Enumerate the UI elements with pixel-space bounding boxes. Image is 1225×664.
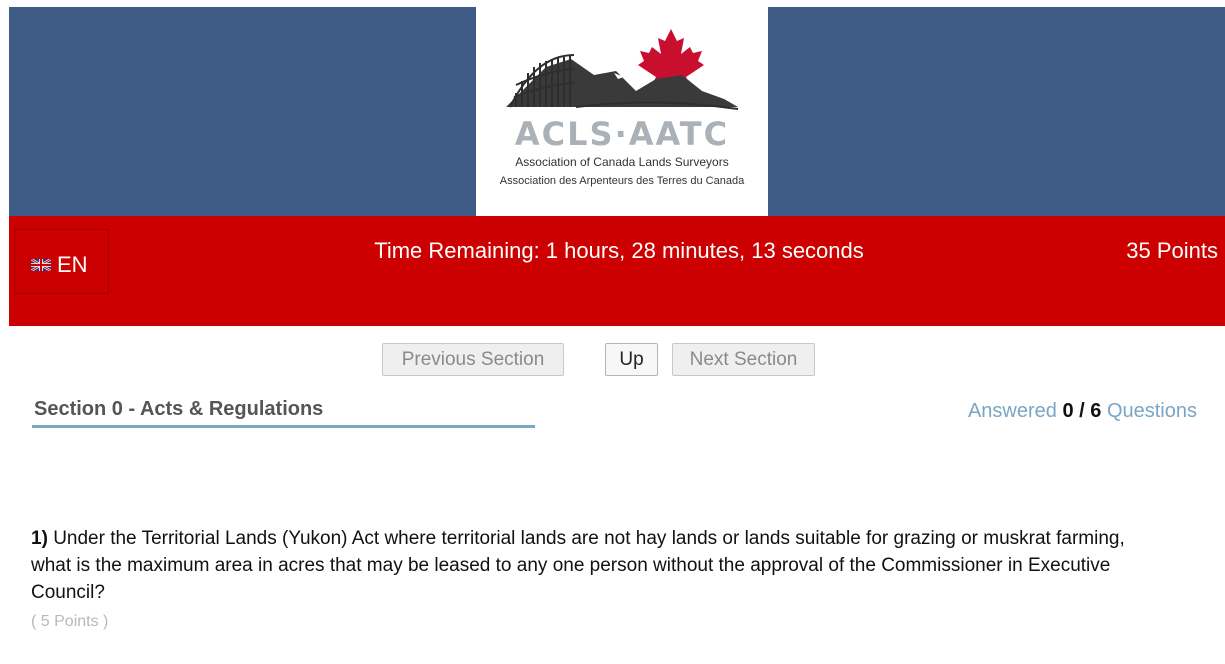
status-bar: EN Time Remaining: 1 hours, 28 minutes, … xyxy=(9,216,1225,326)
answered-suffix: Questions xyxy=(1106,400,1197,422)
language-switcher[interactable]: EN xyxy=(14,229,109,294)
question-points: ( 5 Points ) xyxy=(31,613,109,630)
section-underline xyxy=(32,425,535,428)
logo-acronym: ACLS·AATC xyxy=(514,115,730,153)
logo-name-en: Association of Canada Lands Surveyors xyxy=(515,155,729,169)
next-section-button[interactable]: Next Section xyxy=(672,343,815,376)
logo-name-fr: Association des Arpenteurs des Terres du… xyxy=(499,175,745,187)
question-body: Under the Territorial Lands (Yukon) Act … xyxy=(31,528,1125,603)
language-code: EN xyxy=(57,252,88,277)
acls-logo: ACLS·AATC Association of Canada Lands Su… xyxy=(476,7,768,216)
answered-count: 0 / 6 xyxy=(1062,400,1102,422)
question-text: 1) Under the Territorial Lands (Yukon) A… xyxy=(31,525,1151,606)
time-remaining: Time Remaining: 1 hours, 28 minutes, 13 … xyxy=(374,238,864,263)
logo-graphic xyxy=(506,29,739,110)
total-points: 35 Points xyxy=(1126,238,1218,263)
answered-counter: Answered 0 / 6 Questions xyxy=(968,400,1197,423)
section-title: Section 0 - Acts & Regulations xyxy=(34,398,324,420)
previous-section-button[interactable]: Previous Section xyxy=(382,343,564,376)
answered-prefix: Answered xyxy=(967,400,1057,422)
question-number: 1) xyxy=(31,528,48,549)
up-button[interactable]: Up xyxy=(605,343,658,376)
uk-flag-icon xyxy=(31,259,51,271)
